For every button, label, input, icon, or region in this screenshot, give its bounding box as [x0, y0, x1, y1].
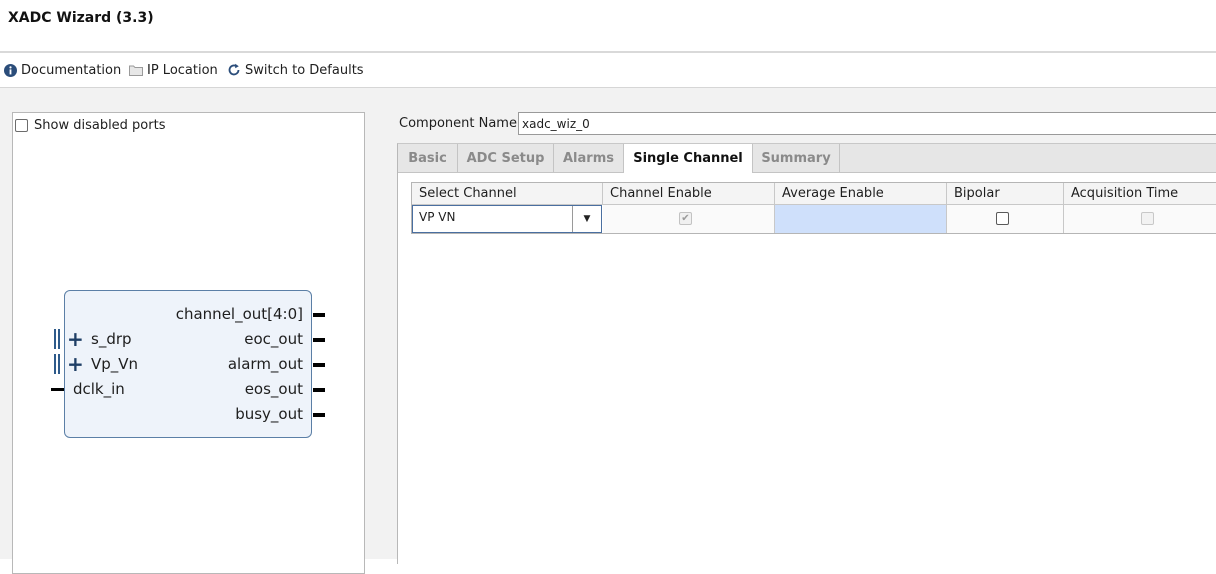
ip-location-button[interactable]: IP Location	[129, 61, 218, 79]
pin-eos-out	[313, 388, 325, 392]
documentation-label: Documentation	[21, 62, 122, 78]
folder-icon	[129, 65, 143, 76]
component-name-label: Component Name	[399, 116, 517, 131]
header-acquisition-time: Acquisition Time	[1064, 183, 1216, 205]
bus-s-drp	[54, 329, 56, 349]
bus-vp-vn	[54, 354, 56, 374]
tab-alarms[interactable]: Alarms	[554, 144, 624, 172]
pin-alarm-out	[313, 363, 325, 367]
channel-enable-checkbox: ✔	[679, 212, 692, 225]
expand-vp-vn-icon[interactable]: +	[67, 354, 84, 374]
show-disabled-ports-checkbox[interactable]	[15, 119, 28, 132]
header-channel-enable: Channel Enable	[603, 183, 775, 205]
bus-s-drp-2	[58, 329, 60, 349]
port-s-drp: s_drp	[91, 330, 132, 348]
cell-acquisition-time	[1064, 205, 1216, 233]
select-channel-value: VP VN	[419, 210, 456, 224]
header-bipolar: Bipolar	[947, 183, 1064, 205]
dropdown-arrow-icon[interactable]: ▼	[572, 206, 601, 232]
port-eoc-out: eoc_out	[244, 330, 303, 348]
port-eos-out: eos_out	[244, 380, 303, 398]
port-channel-out: channel_out[4:0]	[175, 305, 303, 323]
tab-single-channel[interactable]: Single Channel	[624, 144, 753, 173]
port-dclk-in: dclk_in	[73, 380, 125, 398]
port-vp-vn: Vp_Vn	[91, 355, 139, 373]
tab-basic[interactable]: Basic	[398, 144, 458, 172]
ip-location-label: IP Location	[147, 62, 218, 78]
documentation-button[interactable]: Documentation	[4, 61, 121, 79]
refresh-icon	[228, 63, 240, 76]
window-title: XADC Wizard (3.3)	[8, 10, 154, 26]
bipolar-checkbox[interactable]	[996, 212, 1009, 225]
switch-to-defaults-label: Switch to Defaults	[245, 62, 364, 78]
switch-to-defaults-button[interactable]: Switch to Defaults	[227, 61, 364, 79]
tab-adc-setup[interactable]: ADC Setup	[458, 144, 554, 172]
pin-dclk-in	[51, 388, 64, 391]
pin-channel-out	[313, 313, 325, 317]
pin-busy-out	[313, 413, 325, 417]
show-disabled-ports-label: Show disabled ports	[34, 118, 166, 133]
bus-vp-vn-2	[58, 354, 60, 374]
header-select-channel: Select Channel	[412, 183, 603, 205]
port-alarm-out: alarm_out	[227, 355, 303, 373]
acquisition-time-checkbox	[1141, 212, 1154, 225]
info-icon	[4, 63, 17, 77]
title-bar	[0, 0, 1216, 51]
component-name-input[interactable]	[518, 112, 1216, 135]
port-busy-out: busy_out	[235, 405, 303, 423]
cell-average-enable[interactable]	[775, 205, 947, 233]
header-average-enable: Average Enable	[775, 183, 947, 205]
expand-s-drp-icon[interactable]: +	[67, 329, 84, 349]
pin-eoc-out	[313, 338, 325, 342]
tab-summary[interactable]: Summary	[753, 144, 840, 172]
